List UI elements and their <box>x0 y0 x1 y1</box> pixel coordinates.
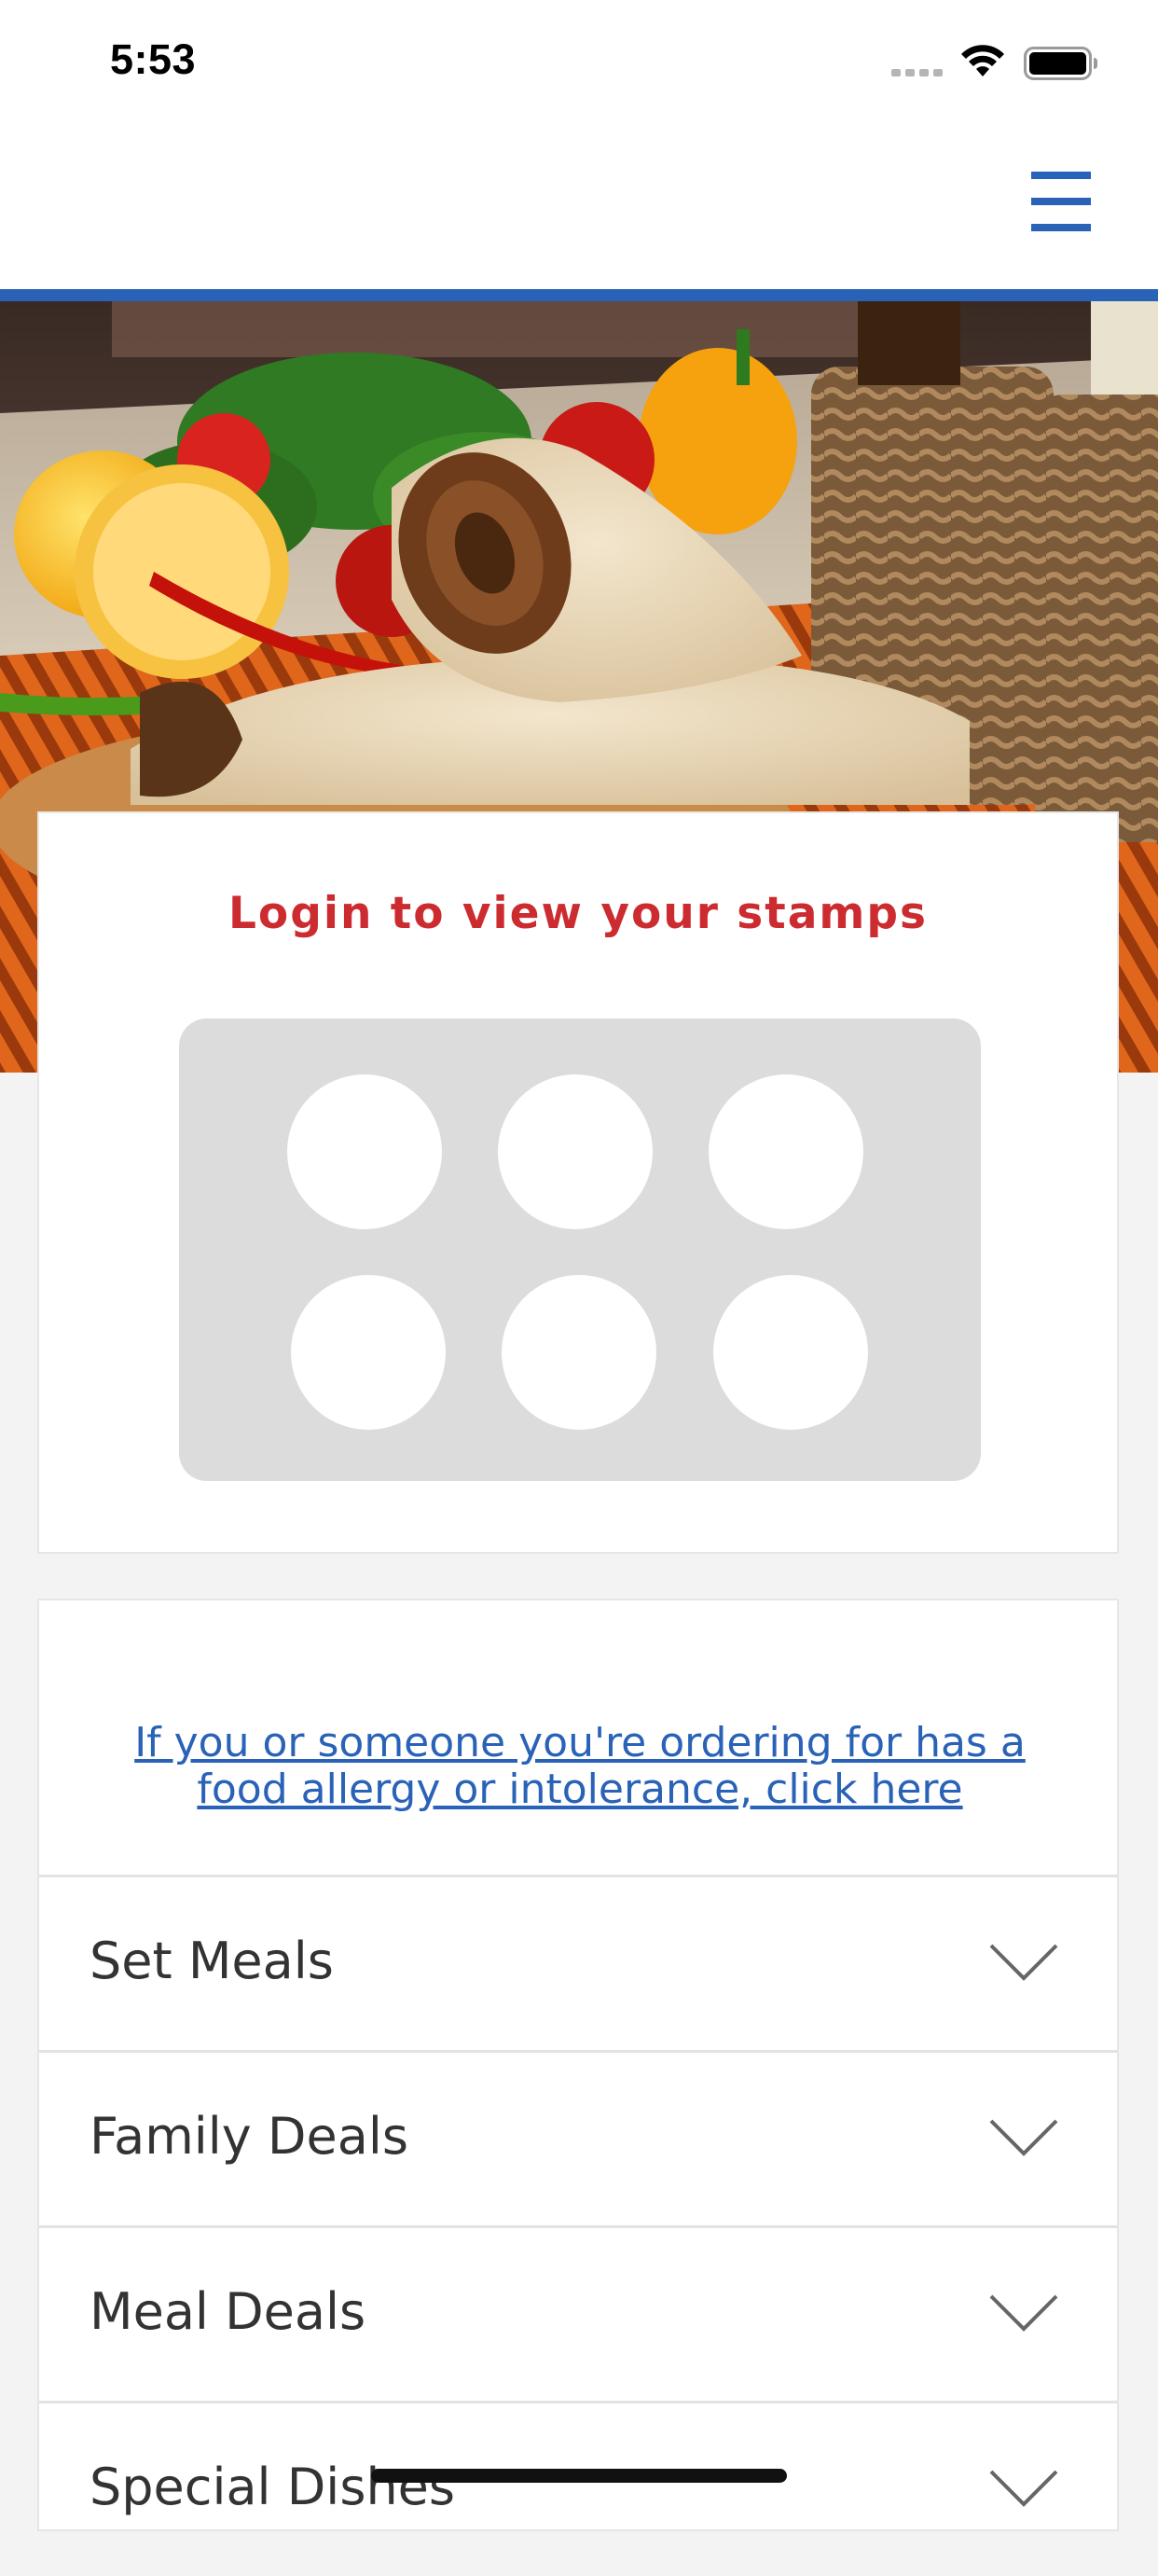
stamp-slot <box>287 1074 442 1229</box>
category-meal-deals[interactable]: Meal Deals <box>39 2225 1117 2401</box>
category-label: Meal Deals <box>90 2282 366 2341</box>
app-header <box>0 121 1158 289</box>
chevron-down-icon <box>989 2294 1058 2332</box>
status-bar: 5:53 <box>0 0 1158 121</box>
home-indicator[interactable] <box>371 2469 787 2483</box>
chevron-down-icon <box>989 2470 1058 2507</box>
category-label: Set Meals <box>90 1932 334 1990</box>
category-special-dishes[interactable]: Special Dishes <box>39 2401 1117 2576</box>
stamp-card: Login to view your stamps <box>37 811 1119 1554</box>
cellular-signal-icon <box>891 69 943 76</box>
stamp-login-prompt[interactable]: Login to view your stamps <box>39 888 1117 939</box>
header-divider <box>0 289 1158 301</box>
stamp-slot <box>709 1074 863 1229</box>
category-label: Family Deals <box>90 2107 408 2166</box>
wifi-icon <box>961 45 1004 76</box>
stamp-grid <box>179 1018 981 1481</box>
chevron-down-icon <box>989 1944 1058 1981</box>
stamp-slot <box>713 1275 868 1430</box>
chevron-down-icon <box>989 2119 1058 2156</box>
stamp-slot <box>291 1275 446 1430</box>
status-time: 5:53 <box>110 35 197 83</box>
category-family-deals[interactable]: Family Deals <box>39 2050 1117 2225</box>
battery-icon <box>1024 47 1097 80</box>
category-label: Special Dishes <box>90 2458 456 2516</box>
allergy-info-link[interactable]: If you or someone you're ordering for ha… <box>95 1720 1065 1813</box>
category-set-meals[interactable]: Set Meals <box>39 1875 1117 2050</box>
menu-card: If you or someone you're ordering for ha… <box>37 1599 1119 2531</box>
stamp-slot <box>502 1275 656 1430</box>
stamp-slot <box>498 1074 653 1229</box>
hamburger-menu-icon[interactable] <box>1029 170 1093 233</box>
